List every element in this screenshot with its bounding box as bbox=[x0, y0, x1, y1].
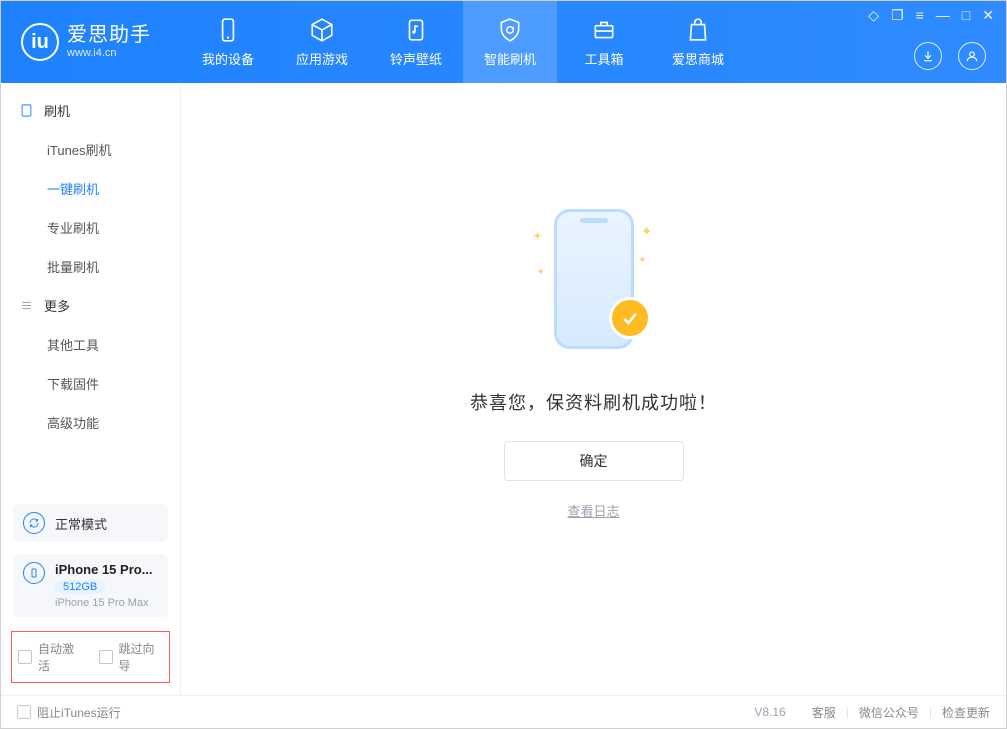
minimize-icon[interactable]: — bbox=[936, 7, 950, 24]
skin-icon[interactable]: ◇ bbox=[868, 7, 879, 24]
success-check-badge bbox=[609, 297, 651, 339]
version-label: V8.16 bbox=[754, 705, 785, 719]
group-label: 更多 bbox=[44, 296, 70, 315]
nav-my-device[interactable]: 我的设备 bbox=[181, 1, 275, 83]
checkbox-label: 跳过向导 bbox=[119, 640, 164, 674]
nav-ringtones[interactable]: 铃声壁纸 bbox=[369, 1, 463, 83]
music-icon bbox=[403, 17, 429, 43]
user-icon bbox=[965, 49, 979, 63]
nav-label: 工具箱 bbox=[584, 49, 623, 68]
cube-icon bbox=[309, 17, 335, 43]
sparkle-icon: ✦ bbox=[641, 223, 653, 240]
logo-text: 爱思助手 www.i4.cn bbox=[67, 23, 151, 60]
sparkle-icon: ✦ bbox=[533, 229, 543, 243]
auto-activate-checkbox[interactable]: 自动激活 bbox=[18, 640, 83, 674]
nav-label: 应用游戏 bbox=[296, 49, 348, 68]
sidebar-group-flash[interactable]: 刷机 bbox=[1, 91, 180, 130]
sidebar-item-download-firmware[interactable]: 下载固件 bbox=[1, 364, 180, 403]
skip-guide-checkbox[interactable]: 跳过向导 bbox=[99, 640, 164, 674]
checkbox-label: 自动激活 bbox=[38, 640, 83, 674]
group-label: 刷机 bbox=[44, 101, 70, 120]
checkbox-label: 阻止iTunes运行 bbox=[37, 704, 121, 721]
sidebar: 刷机 iTunes刷机 一键刷机 专业刷机 批量刷机 更多 其他工具 下载固件 … bbox=[1, 83, 181, 695]
view-log-link[interactable]: 查看日志 bbox=[567, 501, 619, 520]
sidebar-item-itunes-flash[interactable]: iTunes刷机 bbox=[1, 130, 180, 169]
checkbox-icon bbox=[18, 650, 32, 664]
body: 刷机 iTunes刷机 一键刷机 专业刷机 批量刷机 更多 其他工具 下载固件 … bbox=[1, 83, 1006, 695]
device-storage-badge: 512GB bbox=[55, 580, 105, 594]
maximize-icon[interactable]: □ bbox=[962, 7, 970, 24]
sparkle-icon: ✦ bbox=[537, 267, 545, 278]
shopping-bag-icon bbox=[685, 17, 711, 43]
checkbox-icon bbox=[99, 650, 113, 664]
nav-tabs: 我的设备 应用游戏 铃声壁纸 智能刷机 工具箱 爱思商城 bbox=[181, 1, 745, 83]
sync-icon bbox=[23, 512, 45, 534]
main-content: ✦ ✦ ✦ ✦ 恭喜您，保资料刷机成功啦！ 确定 查看日志 bbox=[181, 83, 1006, 695]
nav-label: 爱思商城 bbox=[672, 49, 724, 68]
close-icon[interactable]: ✕ bbox=[982, 7, 994, 24]
nav-apps-games[interactable]: 应用游戏 bbox=[275, 1, 369, 83]
footer: 阻止iTunes运行 V8.16 客服 | 微信公众号 | 检查更新 bbox=[1, 695, 1006, 728]
user-controls bbox=[914, 42, 986, 70]
device-phone-icon bbox=[23, 562, 45, 584]
footer-right: V8.16 客服 | 微信公众号 | 检查更新 bbox=[754, 704, 990, 721]
list-icon bbox=[19, 298, 34, 313]
brand-subtitle: www.i4.cn bbox=[67, 47, 151, 60]
phone-icon bbox=[215, 17, 241, 43]
brand-title: 爱思助手 bbox=[67, 23, 151, 47]
device-info-box[interactable]: iPhone 15 Pro... 512GB iPhone 15 Pro Max bbox=[13, 554, 168, 617]
separator: | bbox=[846, 705, 849, 719]
device-info: iPhone 15 Pro... 512GB iPhone 15 Pro Max bbox=[55, 562, 153, 609]
toolbox-icon bbox=[591, 17, 617, 43]
device-full-name: iPhone 15 Pro Max bbox=[55, 597, 153, 609]
window-controls: ◇ ❐ ≡ — □ ✕ bbox=[868, 7, 994, 24]
shield-sync-icon bbox=[497, 17, 523, 43]
device-mode-box[interactable]: 正常模式 bbox=[13, 504, 168, 542]
check-update-link[interactable]: 检查更新 bbox=[942, 704, 990, 721]
success-message: 恭喜您，保资料刷机成功啦！ bbox=[470, 389, 717, 415]
app-logo-icon: iu bbox=[21, 23, 59, 61]
sidebar-item-oneclick-flash[interactable]: 一键刷机 bbox=[1, 169, 180, 208]
device-name: iPhone 15 Pro... bbox=[55, 562, 153, 577]
download-button[interactable] bbox=[914, 42, 942, 70]
sidebar-group-more[interactable]: 更多 bbox=[1, 286, 180, 325]
sparkle-icon: ✦ bbox=[638, 255, 646, 266]
user-button[interactable] bbox=[958, 42, 986, 70]
sidebar-item-other-tools[interactable]: 其他工具 bbox=[1, 325, 180, 364]
tablet-icon bbox=[19, 103, 34, 118]
nav-store[interactable]: 爱思商城 bbox=[651, 1, 745, 83]
sidebar-item-advanced[interactable]: 高级功能 bbox=[1, 403, 180, 442]
success-illustration: ✦ ✦ ✦ ✦ bbox=[529, 199, 659, 359]
separator: | bbox=[929, 705, 932, 719]
app-header: iu 爱思助手 www.i4.cn 我的设备 应用游戏 铃声壁纸 智能刷机 工具… bbox=[1, 1, 1006, 83]
sidebar-item-batch-flash[interactable]: 批量刷机 bbox=[1, 247, 180, 286]
sidebar-item-pro-flash[interactable]: 专业刷机 bbox=[1, 208, 180, 247]
nav-label: 智能刷机 bbox=[484, 49, 536, 68]
nav-label: 我的设备 bbox=[202, 49, 254, 68]
check-icon bbox=[620, 308, 640, 328]
download-icon bbox=[921, 49, 935, 63]
nav-smart-flash[interactable]: 智能刷机 bbox=[463, 1, 557, 83]
highlighted-options: 自动激活 跳过向导 bbox=[11, 631, 170, 683]
wechat-link[interactable]: 微信公众号 bbox=[859, 704, 919, 721]
checkbox-icon bbox=[17, 705, 31, 719]
logo-area: iu 爱思助手 www.i4.cn bbox=[1, 1, 181, 83]
menu-icon[interactable]: ≡ bbox=[916, 7, 924, 24]
nav-label: 铃声壁纸 bbox=[390, 49, 442, 68]
ok-button[interactable]: 确定 bbox=[504, 441, 684, 481]
feedback-icon[interactable]: ❐ bbox=[891, 7, 904, 24]
block-itunes-checkbox[interactable]: 阻止iTunes运行 bbox=[17, 704, 121, 721]
header-controls: ◇ ❐ ≡ — □ ✕ bbox=[868, 1, 1006, 83]
nav-toolbox[interactable]: 工具箱 bbox=[557, 1, 651, 83]
support-link[interactable]: 客服 bbox=[812, 704, 836, 721]
device-mode-label: 正常模式 bbox=[55, 514, 107, 533]
